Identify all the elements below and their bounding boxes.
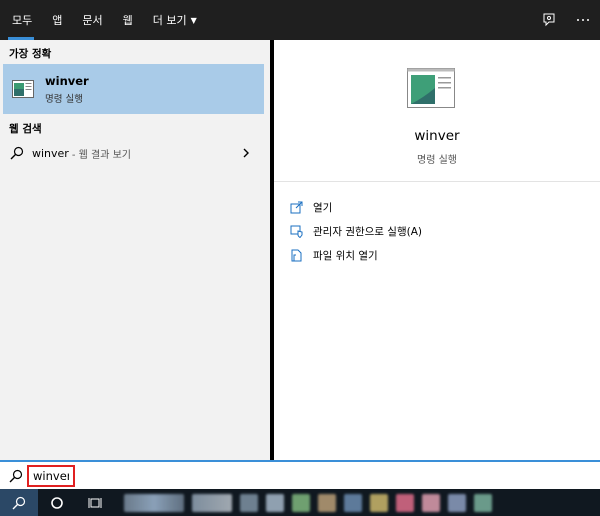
- best-match-name: winver: [45, 73, 89, 88]
- tab-all-label: 모두: [12, 14, 33, 27]
- taskbar-app[interactable]: [318, 493, 336, 512]
- tab-documents[interactable]: 문서: [72, 0, 112, 40]
- preview-subtitle: 명령 실행: [417, 155, 457, 166]
- taskbar-search-button[interactable]: [0, 489, 38, 516]
- best-match-type: 명령 실행: [45, 93, 83, 105]
- best-match-item[interactable]: winver 명령 실행: [3, 64, 264, 114]
- results-panel: 가장 정확 winver 명령 실행 웹 검색 winver - 웹 결과 보기: [0, 40, 270, 460]
- taskbar-app[interactable]: [292, 493, 310, 512]
- action-run-as-admin-label: 관리자 권한으로 실행(A): [313, 225, 422, 238]
- task-view-icon: [88, 497, 102, 508]
- tab-apps-label: 앱: [52, 14, 63, 27]
- action-open-label: 열기: [313, 201, 333, 214]
- taskbar-app[interactable]: [344, 493, 362, 512]
- taskbar-app[interactable]: [474, 493, 492, 512]
- action-run-as-admin[interactable]: 관리자 권한으로 실행(A): [290, 220, 580, 242]
- best-match-header: 가장 정확: [9, 48, 52, 60]
- cortana-button[interactable]: [38, 489, 76, 516]
- action-open[interactable]: 열기: [290, 196, 580, 218]
- divider: [274, 181, 600, 182]
- app-window-icon: [12, 80, 34, 98]
- taskbar-app[interactable]: [396, 493, 414, 512]
- open-file-location-icon: [291, 249, 302, 261]
- web-search-item[interactable]: winver - 웹 결과 보기: [3, 140, 264, 166]
- chevron-right-icon[interactable]: [242, 148, 250, 158]
- taskbar-app[interactable]: [370, 493, 388, 512]
- taskbar-app[interactable]: [124, 493, 184, 512]
- web-search-header: 웹 검색: [9, 123, 42, 135]
- open-icon: [290, 201, 303, 213]
- top-right-actions: [532, 0, 600, 40]
- taskbar-app[interactable]: [192, 493, 232, 512]
- action-open-file-location[interactable]: 파일 위치 열기: [290, 244, 580, 266]
- chevron-down-icon: ▼: [190, 15, 197, 25]
- taskbar-app[interactable]: [240, 493, 258, 512]
- tab-apps[interactable]: 앱: [42, 0, 72, 40]
- taskbar: [0, 489, 600, 516]
- run-as-admin-icon: [290, 225, 303, 238]
- cortana-circle-icon: [51, 496, 63, 509]
- taskbar-pinned-apps: [120, 493, 496, 512]
- taskbar-app[interactable]: [422, 493, 440, 512]
- app-window-icon: [407, 68, 455, 108]
- search-icon: [10, 146, 24, 160]
- search-input[interactable]: [27, 464, 75, 487]
- action-open-file-location-label: 파일 위치 열기: [313, 249, 378, 262]
- web-search-query: winver: [32, 146, 69, 160]
- search-icon: [9, 469, 23, 482]
- tab-documents-label: 문서: [82, 14, 103, 27]
- more-options-icon[interactable]: [566, 0, 600, 40]
- preview-title: winver: [414, 128, 460, 144]
- tab-more-label: 더 보기: [152, 14, 187, 27]
- taskbar-app[interactable]: [448, 493, 466, 512]
- search-bar: [0, 460, 600, 489]
- search-scope-bar: 모두 앱 문서 웹 더 보기 ▼: [0, 0, 600, 40]
- task-view-button[interactable]: [76, 489, 114, 516]
- tab-all[interactable]: 모두: [0, 0, 42, 40]
- tab-web[interactable]: 웹: [113, 0, 143, 40]
- tab-web-label: 웹: [122, 14, 133, 27]
- feedback-icon[interactable]: [532, 0, 566, 40]
- web-search-suffix: - 웹 결과 보기: [71, 149, 131, 161]
- taskbar-app[interactable]: [266, 493, 284, 512]
- preview-panel: winver 명령 실행 열기 관리자 권한으로 실행(A) 파일 위치 열기: [274, 40, 600, 460]
- search-icon: [12, 496, 26, 509]
- tab-more[interactable]: 더 보기 ▼: [143, 0, 207, 40]
